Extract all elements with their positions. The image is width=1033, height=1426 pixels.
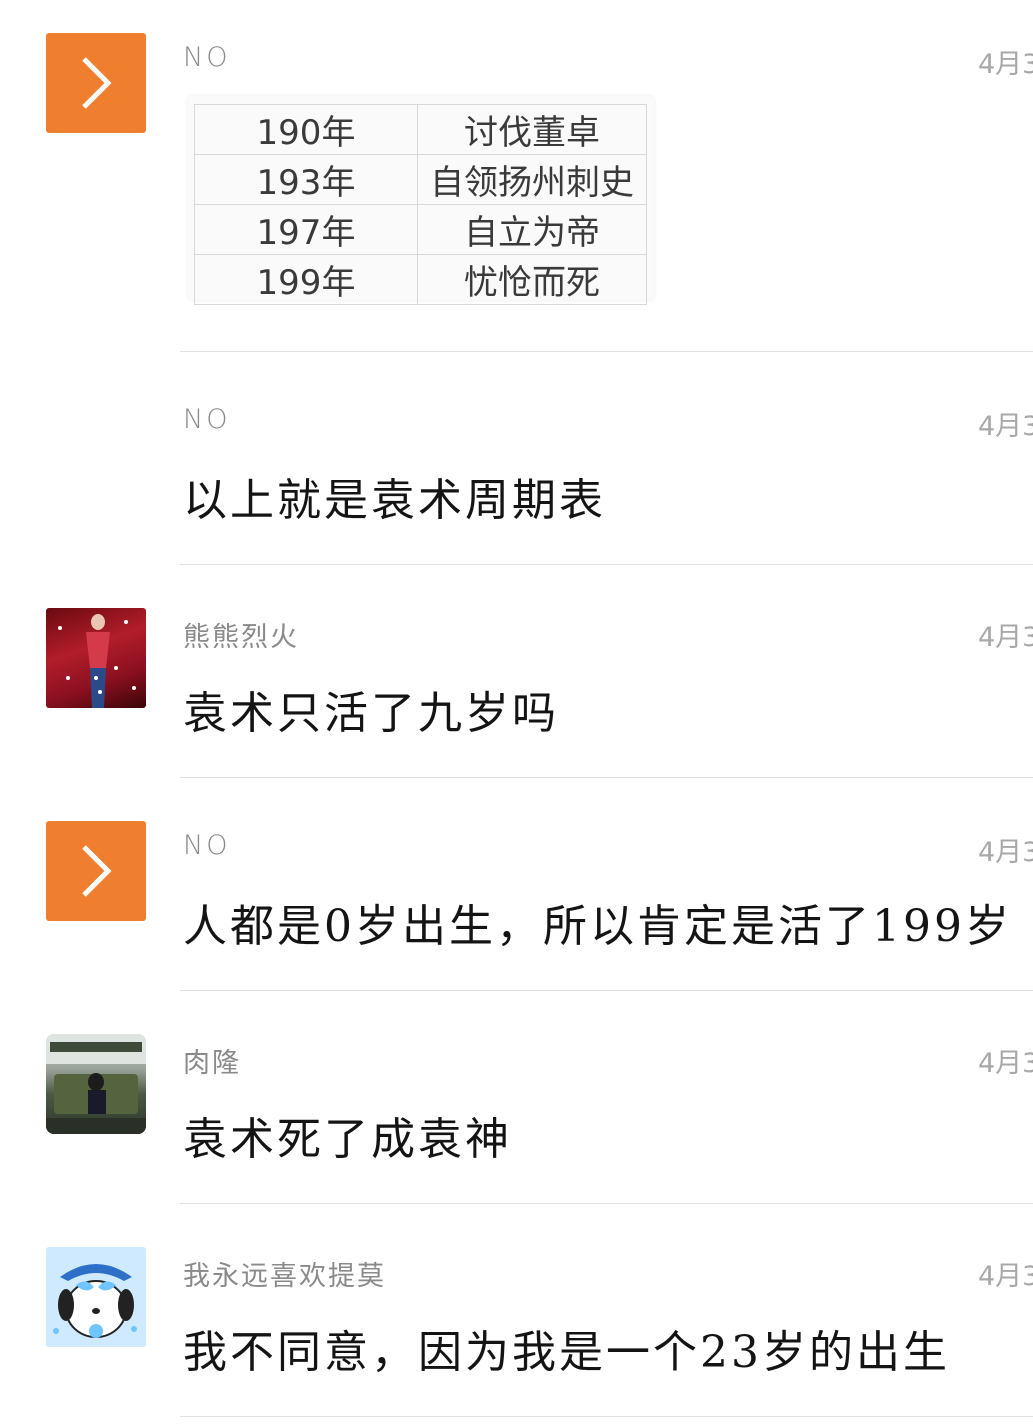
comment-time: 4月3 [978, 837, 1033, 868]
table-cell-event: 自立为帝 [417, 204, 647, 255]
table-cell-year: 197年 [194, 204, 418, 255]
comment-username[interactable]: NO [183, 830, 230, 861]
comment-username[interactable]: 熊熊烈火 [183, 615, 299, 654]
comment-time: 4月3 [978, 411, 1033, 442]
table-cell-year: 190年 [194, 104, 418, 155]
comment-username[interactable]: NO [183, 42, 230, 73]
table-row: 199年 忧怆而死 [194, 254, 647, 305]
table-row: 190年 讨伐董卓 [194, 104, 647, 155]
chevron-right-icon [82, 57, 112, 109]
comment-content: 袁术死了成袁神 [183, 1114, 512, 1165]
divider [180, 564, 1033, 565]
divider [180, 351, 1033, 352]
table-cell-event: 讨伐董卓 [417, 104, 647, 155]
divider [180, 990, 1033, 991]
divider [180, 777, 1033, 778]
table-cell-year: 193年 [194, 154, 418, 205]
comment-content: 以上就是袁术周期表 [183, 475, 606, 526]
table-cell-event: 忧怆而死 [417, 254, 647, 305]
comment-content: 我不同意，因为我是一个23岁的出生 [183, 1327, 950, 1378]
user-avatar[interactable] [46, 33, 146, 133]
table-row: 193年 自领扬州刺史 [194, 154, 647, 205]
comment-username[interactable]: 我永远喜欢提莫 [183, 1254, 386, 1293]
avatar-photo [53, 1264, 137, 1338]
user-avatar[interactable] [46, 821, 146, 921]
comment-time: 4月3 [978, 1048, 1033, 1079]
divider [180, 1203, 1033, 1204]
comment-content: 袁术只活了九岁吗 [183, 688, 559, 739]
comment-time: 4月3 [978, 1261, 1033, 1292]
divider [180, 1416, 1033, 1417]
comment-username[interactable]: NO [183, 404, 230, 435]
comment-username[interactable]: 肉隆 [183, 1041, 241, 1080]
comment-time: 4月3 [978, 49, 1033, 80]
user-avatar[interactable] [46, 608, 146, 708]
comment-content: 人都是0岁出生，所以肯定是活了199岁 [183, 901, 1012, 952]
user-avatar[interactable] [46, 1247, 146, 1347]
comment-time: 4月3 [978, 622, 1033, 653]
table-cell-year: 199年 [194, 254, 418, 305]
comment-image[interactable]: 190年 讨伐董卓 193年 自领扬州刺史 197年 自立为帝 199年 忧怆而… [188, 96, 654, 305]
table-row: 197年 自立为帝 [194, 204, 647, 255]
avatar-photo [58, 614, 136, 708]
timeline-table: 190年 讨伐董卓 193年 自领扬州刺史 197年 自立为帝 199年 忧怆而… [194, 104, 647, 305]
chevron-right-icon [82, 845, 112, 897]
avatar-photo [46, 1034, 146, 1134]
user-avatar[interactable] [46, 1034, 146, 1134]
table-cell-event: 自领扬州刺史 [417, 154, 647, 205]
